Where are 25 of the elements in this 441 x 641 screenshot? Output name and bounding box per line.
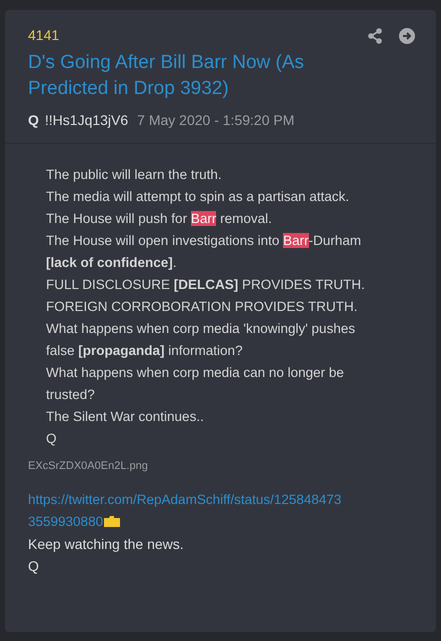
text-line: The public will learn the truth. — [46, 166, 222, 184]
text-line: trusted? — [46, 386, 95, 404]
text-line: Q — [46, 430, 57, 448]
tweet-link[interactable]: 3559930880 — [28, 510, 104, 532]
tweet-link[interactable]: https://twitter.com/RepAdamSchiff/status/125848473 — [28, 488, 342, 510]
text-line: What happens when corp media 'knowingly' pushes — [46, 320, 356, 338]
text-line: The media will attempt to spin as a partisan attack. — [46, 188, 350, 206]
text-line: What happens when corp media can no longer be — [46, 364, 344, 382]
text-line: false [propaganda] information? — [46, 342, 243, 360]
text-line: FULL DISCLOSURE [DELCAS] PROVIDES TRUTH. — [46, 276, 365, 294]
post-title[interactable]: D's Going After Bill Barr Now (As Predicted in Drop 3932) — [28, 50, 358, 102]
text-line: The Silent War continues.. — [46, 408, 204, 426]
tripcode: !!Hs1Jq13jV6 — [44, 111, 128, 130]
post-number: 4141 — [28, 26, 60, 45]
text-line: [lack of confidence]. — [46, 254, 177, 272]
post-text: Keep watching the news. — [28, 534, 184, 554]
share-icon[interactable] — [368, 28, 382, 44]
image-filename: EXcSrZDX0A0En2L.png — [28, 459, 149, 474]
author-name: Q — [28, 111, 39, 130]
arrow-circle-icon[interactable] — [399, 28, 415, 44]
post-text: Q — [28, 556, 39, 576]
text-line: FOREIGN CORROBORATION PROVIDES TRUTH. — [46, 298, 358, 316]
text-line: The House will open investigations into Barr-Durham — [46, 232, 362, 250]
timestamp: 7 May 2020 - 1:59:20 PM — [137, 111, 294, 130]
folder-icon[interactable] — [104, 516, 120, 527]
